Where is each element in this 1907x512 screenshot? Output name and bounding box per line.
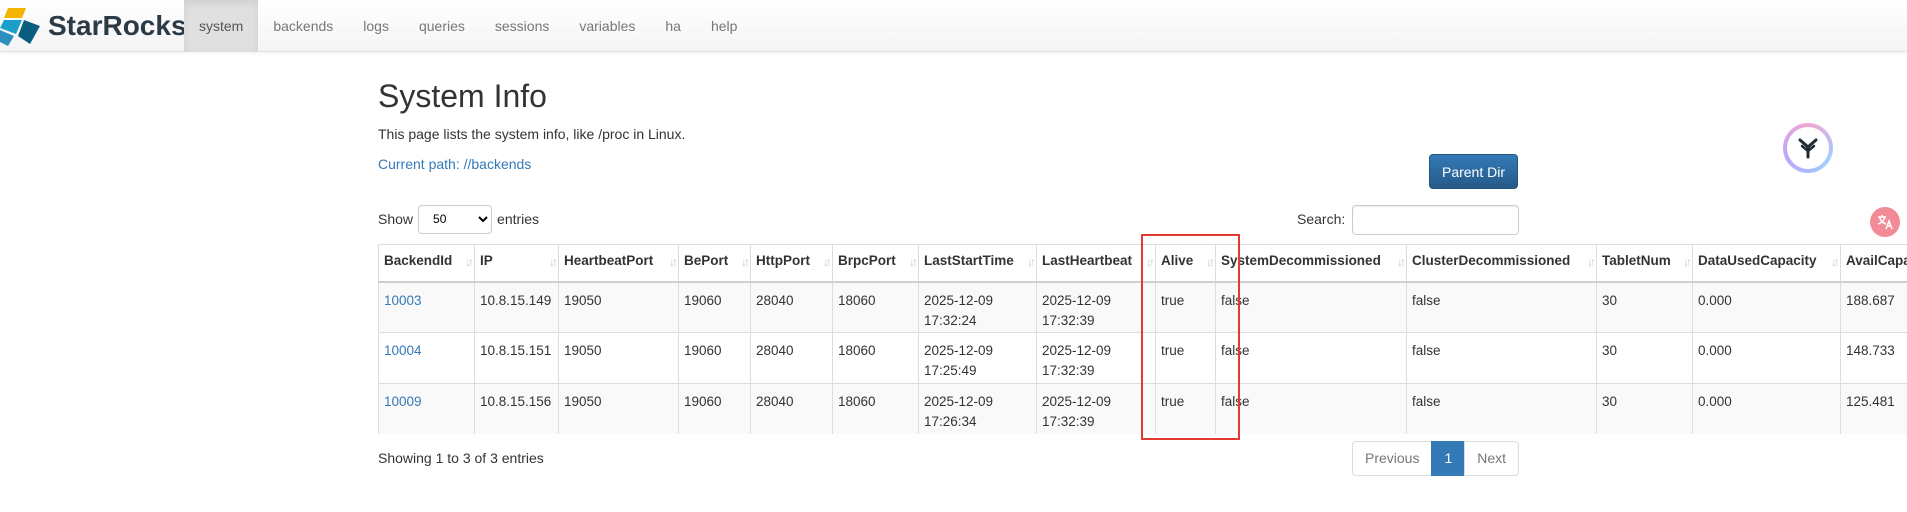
table-info: Showing 1 to 3 of 3 entries <box>378 450 544 466</box>
show-entries-control: Show 50 entries <box>378 204 539 234</box>
cell-availcapacity: 148.733 <box>1840 332 1907 384</box>
cell-clusterdecommissioned: false <box>1406 281 1597 333</box>
cell-alive: true <box>1155 383 1216 434</box>
brand-logo[interactable]: StarRocks <box>0 6 187 46</box>
column-header-availcapacity[interactable]: AvailCapacity↓↑ <box>1840 244 1907 283</box>
nav-logs[interactable]: logs <box>348 0 404 52</box>
cell-datausedcapacity: 0.000 <box>1692 332 1841 384</box>
current-path-link[interactable]: Current path: //backends <box>378 156 531 172</box>
column-header-httpport[interactable]: HttpPort ↓↑ <box>750 244 833 283</box>
nav-help[interactable]: help <box>696 0 752 52</box>
backends-table: BackendId ↓↑ IP ↓↑ HeartbeatPort ↓↑ BePort ↓… <box>378 244 1907 434</box>
cell-httpport: 28040 <box>750 281 833 333</box>
page-description: This page lists the system info, like /p… <box>378 126 686 142</box>
next-page-button[interactable]: Next <box>1464 441 1520 476</box>
cell-laststarttime: 2025-12-09 17:25:49 <box>918 332 1037 384</box>
cell-backendid: 10003 <box>378 281 475 333</box>
previous-page-button[interactable]: Previous <box>1352 441 1433 476</box>
assistant-logo-icon <box>1798 138 1818 159</box>
cell-brpcport: 18060 <box>832 332 919 384</box>
backend-link[interactable]: 10004 <box>384 343 422 358</box>
entries-per-page-select[interactable]: 50 <box>418 204 493 234</box>
main-nav: system backends logs queries sessions va… <box>184 0 752 52</box>
page-1-button[interactable]: 1 <box>1431 441 1466 476</box>
cell-brpcport: 18060 <box>832 383 919 434</box>
parent-dir-button[interactable]: Parent Dir <box>1429 154 1518 189</box>
cell-httpport: 28040 <box>750 332 833 384</box>
column-header-datausedcapacity[interactable]: DataUsedCapacity ↓↑ <box>1692 244 1841 283</box>
cell-lastheartbeat: 2025-12-09 17:32:39 <box>1036 281 1156 333</box>
column-header-systemdecommissioned[interactable]: SystemDecommissioned ↓↑ <box>1215 244 1407 283</box>
cell-ip: 10.8.15.149 <box>474 281 559 333</box>
search-label: Search: <box>1297 211 1346 227</box>
cell-heartbeatport: 19050 <box>558 383 679 434</box>
cell-availcapacity: 188.687 <box>1840 281 1907 333</box>
column-header-laststarttime[interactable]: LastStartTime ↓↑ <box>918 244 1037 283</box>
nav-backends[interactable]: backends <box>258 0 348 52</box>
column-header-beport[interactable]: BePort ↓↑ <box>678 244 751 283</box>
cell-tabletnum: 30 <box>1596 383 1693 434</box>
cell-datausedcapacity: 0.000 <box>1692 383 1841 434</box>
table-row: 10003 10.8.15.149 19050 19060 28040 1806… <box>378 281 1907 333</box>
entries-label: entries <box>497 211 540 227</box>
cell-httpport: 28040 <box>750 383 833 434</box>
column-header-alive[interactable]: Alive ↓↑ <box>1155 244 1216 283</box>
nav-ha[interactable]: ha <box>650 0 696 52</box>
cell-heartbeatport: 19050 <box>558 332 679 384</box>
cell-alive: true <box>1155 332 1216 384</box>
backends-table-container: BackendId ↓↑ IP ↓↑ HeartbeatPort ↓↑ BePort ↓… <box>378 244 1907 434</box>
cell-beport: 19060 <box>678 383 751 434</box>
column-header-brpcport[interactable]: BrpcPort ↓↑ <box>832 244 919 283</box>
cell-tabletnum: 30 <box>1596 332 1693 384</box>
table-row: 10009 10.8.15.156 19050 19060 28040 1806… <box>378 383 1907 434</box>
cell-systemdecommissioned: false <box>1215 281 1407 333</box>
backend-link[interactable]: 10009 <box>384 394 422 409</box>
cell-alive: true <box>1155 281 1216 333</box>
column-header-ip[interactable]: IP ↓↑ <box>474 244 559 283</box>
cell-backendid: 10009 <box>378 383 475 434</box>
cell-laststarttime: 2025-12-09 17:26:34 <box>918 383 1037 434</box>
cell-ip: 10.8.15.151 <box>474 332 559 384</box>
show-label: Show <box>378 211 414 227</box>
column-header-heartbeatport[interactable]: HeartbeatPort ↓↑ <box>558 244 679 283</box>
cell-clusterdecommissioned: false <box>1406 383 1597 434</box>
table-header-row: BackendId ↓↑ IP ↓↑ HeartbeatPort ↓↑ BePort ↓… <box>378 244 1907 283</box>
nav-queries[interactable]: queries <box>404 0 480 52</box>
cell-datausedcapacity: 0.000 <box>1692 281 1841 333</box>
page-title: System Info <box>378 78 547 114</box>
translate-icon[interactable] <box>1870 207 1900 237</box>
cell-beport: 19060 <box>678 332 751 384</box>
cell-ip: 10.8.15.156 <box>474 383 559 434</box>
starrocks-logo-icon <box>0 8 40 46</box>
nav-system[interactable]: system <box>184 0 259 52</box>
search-input[interactable] <box>1352 205 1519 235</box>
backend-link[interactable]: 10003 <box>384 293 422 308</box>
cell-laststarttime: 2025-12-09 17:32:24 <box>918 281 1037 333</box>
column-header-backendid[interactable]: BackendId ↓↑ <box>378 244 475 283</box>
cell-tabletnum: 30 <box>1596 281 1693 333</box>
table-row: 10004 10.8.15.151 19050 19060 28040 1806… <box>378 332 1907 384</box>
pagination: Previous 1 Next <box>1352 441 1520 476</box>
brand-name: StarRocks <box>48 10 187 41</box>
cell-clusterdecommissioned: false <box>1406 332 1597 384</box>
cell-brpcport: 18060 <box>832 281 919 333</box>
cell-beport: 19060 <box>678 281 751 333</box>
cell-backendid: 10004 <box>378 332 475 384</box>
column-header-clusterdecommissioned[interactable]: ClusterDecommissioned ↓↑ <box>1406 244 1597 283</box>
nav-sessions[interactable]: sessions <box>480 0 564 52</box>
cell-lastheartbeat: 2025-12-09 17:32:39 <box>1036 332 1156 384</box>
cell-lastheartbeat: 2025-12-09 17:32:39 <box>1036 383 1156 434</box>
top-navbar: StarRocks system backends logs queries s… <box>0 0 1907 52</box>
assistant-widget-icon[interactable] <box>1783 123 1833 173</box>
assistant-widget-inner <box>1787 127 1829 169</box>
column-header-tabletnum[interactable]: TabletNum ↓↑ <box>1596 244 1693 283</box>
column-header-lastheartbeat[interactable]: LastHeartbeat ↓↑ <box>1036 244 1156 283</box>
cell-systemdecommissioned: false <box>1215 332 1407 384</box>
cell-systemdecommissioned: false <box>1215 383 1407 434</box>
cell-heartbeatport: 19050 <box>558 281 679 333</box>
cell-availcapacity: 125.481 <box>1840 383 1907 434</box>
nav-variables[interactable]: variables <box>564 0 650 52</box>
translate-glyph-icon <box>1877 215 1893 230</box>
